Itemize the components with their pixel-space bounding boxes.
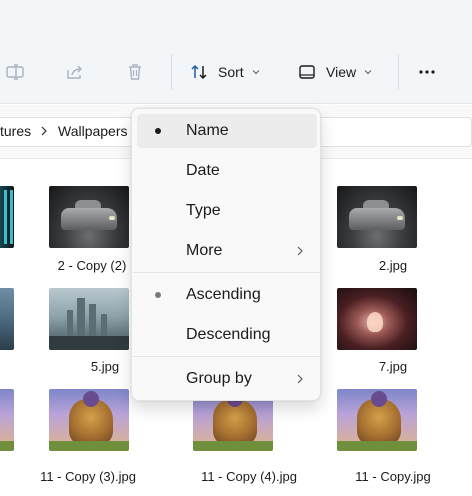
menu-divider (133, 356, 321, 357)
menu-divider (133, 272, 321, 273)
sort-menu: Name Date Type More Ascending Descending… (131, 108, 321, 401)
file-thumbnail[interactable] (337, 389, 417, 451)
file-name[interactable]: 11 - Copy (4).jpg (189, 469, 309, 484)
file-thumbnail[interactable] (337, 288, 417, 350)
file-thumbnail[interactable] (0, 186, 14, 248)
more-icon (416, 61, 438, 83)
chevron-down-icon (252, 68, 260, 76)
file-name[interactable]: 2.jpg (333, 258, 453, 273)
file-thumbnail[interactable] (337, 186, 417, 248)
group-by-item[interactable]: Group by (137, 362, 317, 396)
breadcrumb-item[interactable]: Wallpapers (58, 123, 128, 139)
file-thumbnail[interactable] (49, 288, 129, 350)
breadcrumb-item[interactable]: tures (0, 123, 31, 139)
sort-label: Sort (218, 64, 244, 80)
rename-icon (4, 61, 26, 83)
sort-by-date-item[interactable]: Date (137, 154, 317, 188)
file-thumbnail[interactable] (49, 389, 129, 451)
share-button[interactable] (64, 54, 86, 90)
sort-more-item[interactable]: More (137, 234, 317, 268)
file-name[interactable]: 11 - Copy (3).jpg (28, 469, 148, 484)
sort-descending-item[interactable]: Descending (137, 318, 317, 352)
rename-button[interactable] (4, 54, 26, 90)
view-icon (296, 61, 318, 83)
file-thumbnail[interactable] (0, 389, 14, 451)
selected-bullet-icon (155, 292, 161, 298)
share-icon (64, 61, 86, 83)
sort-by-type-item[interactable]: Type (137, 194, 317, 228)
file-thumbnail[interactable] (49, 186, 129, 248)
sort-ascending-item[interactable]: Ascending (137, 278, 317, 312)
window-top-strip (0, 0, 472, 40)
delete-icon (124, 61, 146, 83)
sort-by-name-item[interactable]: Name (137, 114, 317, 148)
chevron-right-icon (297, 246, 303, 256)
delete-button[interactable] (124, 54, 146, 90)
view-label: View (326, 64, 357, 80)
chevron-right-icon (297, 374, 303, 384)
view-button[interactable]: View (296, 54, 372, 90)
file-name[interactable]: 11 - Copy.jpg (333, 469, 453, 484)
sort-icon (188, 61, 210, 83)
sort-button[interactable]: Sort (188, 54, 260, 90)
toolbar-divider (171, 54, 172, 90)
toolbar-divider (398, 54, 399, 90)
more-options-button[interactable] (416, 54, 438, 90)
chevron-down-icon (364, 68, 372, 76)
command-bar: Sort View (0, 40, 472, 104)
file-thumbnail[interactable] (0, 288, 14, 350)
file-name[interactable]: 7.jpg (333, 359, 453, 374)
selected-bullet-icon (155, 128, 161, 134)
chevron-right-icon (41, 126, 47, 136)
